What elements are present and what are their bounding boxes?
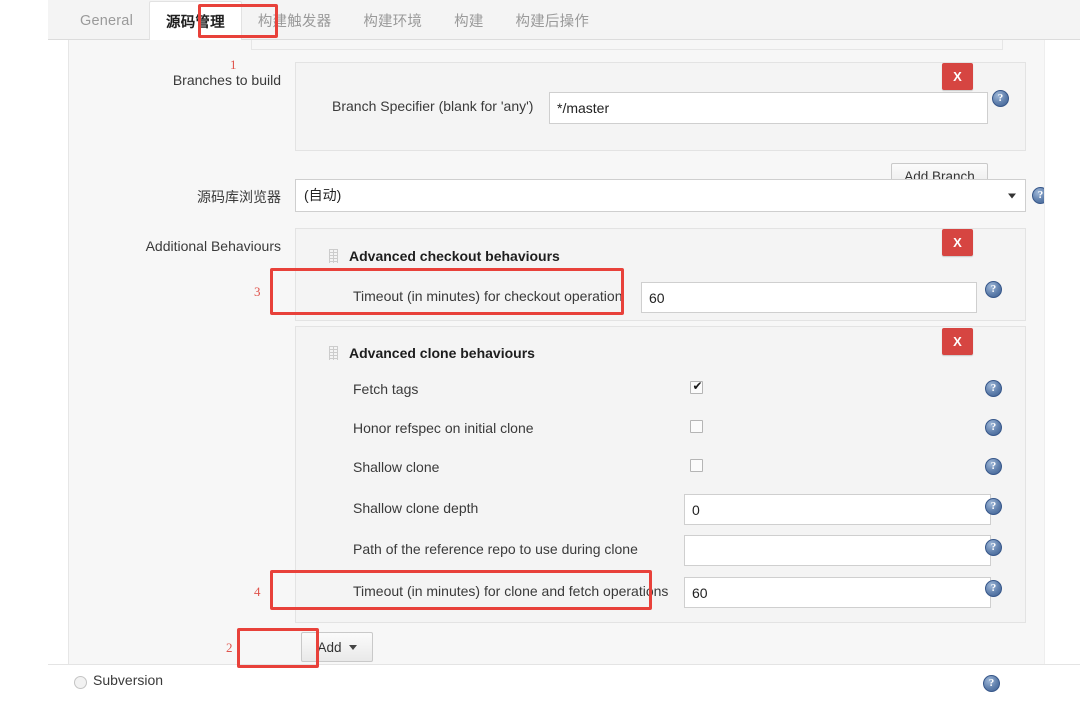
drag-handle-icon[interactable] [329, 346, 338, 360]
fetch-tags-checkbox[interactable] [690, 379, 704, 394]
checkout-timeout-input[interactable] [641, 282, 977, 313]
tab-build-triggers[interactable]: 构建触发器 [242, 1, 348, 39]
tab-general[interactable]: General [64, 4, 149, 37]
shallow-clone-label: Shallow clone [353, 459, 440, 475]
add-behaviour-button[interactable]: Add [301, 632, 373, 662]
repo-browser-label: 源码库浏览器 [197, 189, 281, 205]
delete-clone-behaviour-button[interactable]: X [942, 328, 973, 355]
shallow-clone-depth-label: Shallow clone depth [353, 500, 479, 516]
honor-refspec-label: Honor refspec on initial clone [353, 420, 534, 436]
advanced-clone-behaviours-title-text: Advanced clone behaviours [349, 345, 535, 361]
page-body: General 源码管理 构建触发器 构建环境 构建 构建后操作 Branche… [48, 0, 1080, 707]
shallow-clone-depth-help-icon[interactable]: ? [985, 498, 1002, 515]
config-tab-bar: General 源码管理 构建触发器 构建环境 构建 构建后操作 [48, 0, 1080, 41]
branch-specifier-input[interactable] [549, 92, 988, 124]
shallow-clone-depth-input[interactable] [684, 494, 991, 525]
tab-scm[interactable]: 源码管理 [149, 0, 242, 41]
reference-repo-path-input[interactable] [684, 535, 991, 566]
chevron-down-icon [348, 644, 357, 650]
advanced-clone-behaviours-title: Advanced clone behaviours [329, 345, 535, 361]
fetch-tags-label: Fetch tags [353, 381, 419, 397]
add-behaviour-button-label: Add [317, 639, 342, 655]
honor-refspec-help-icon[interactable]: ? [985, 419, 1002, 436]
annotation-number-3: 3 [254, 284, 261, 299]
chevron-down-icon [1008, 193, 1016, 198]
branch-specifier-label: Branch Specifier (blank for 'any') [332, 98, 534, 114]
additional-behaviours-label: Additional Behaviours [145, 238, 281, 254]
previous-section-partial [251, 40, 1003, 50]
scm-options-separator [48, 664, 1080, 665]
delete-checkout-behaviour-button[interactable]: X [942, 229, 973, 256]
advanced-checkout-behaviours-title: Advanced checkout behaviours [329, 248, 560, 264]
tab-post-build-actions[interactable]: 构建后操作 [500, 1, 606, 39]
annotation-number-2: 2 [226, 640, 233, 655]
branches-to-build-block: Branch Specifier (blank for 'any') Add B… [295, 62, 1026, 189]
shallow-clone-checkbox[interactable] [690, 459, 703, 472]
advanced-checkout-behaviours-title-text: Advanced checkout behaviours [349, 248, 560, 264]
clone-fetch-timeout-help-icon[interactable]: ? [985, 580, 1002, 597]
checkout-timeout-label: Timeout (in minutes) for checkout operat… [353, 288, 623, 304]
repo-browser-selected-value: (自动) [304, 187, 342, 203]
delete-branch-button[interactable]: X [942, 63, 973, 90]
scm-form-panel: Branches to build 1 Branch Specifier (bl… [68, 40, 1045, 664]
clone-fetch-timeout-label: Timeout (in minutes) for clone and fetch… [353, 583, 669, 599]
advanced-checkout-behaviours-block: Advanced checkout behaviours Timeout (in… [295, 228, 1026, 321]
subversion-label: Subversion [93, 672, 164, 688]
tab-build-environment[interactable]: 构建环境 [347, 1, 438, 39]
shallow-clone-help-icon[interactable]: ? [985, 458, 1002, 475]
subversion-radio[interactable] [74, 676, 87, 689]
repo-browser-select[interactable]: (自动) [295, 179, 1026, 212]
honor-refspec-checkbox[interactable] [690, 420, 703, 433]
annotation-number-4: 4 [254, 584, 261, 599]
annotation-number-1: 1 [230, 57, 237, 72]
repo-browser-help-icon[interactable]: ? [1032, 187, 1044, 204]
checkout-timeout-help-icon[interactable]: ? [985, 281, 1002, 298]
fetch-tags-help-icon[interactable]: ? [985, 380, 1002, 397]
subversion-help-icon[interactable]: ? [983, 675, 1000, 692]
advanced-clone-behaviours-block: Advanced clone behaviours Fetch tags Hon… [295, 326, 1026, 623]
branch-specifier-help-icon[interactable]: ? [992, 90, 1009, 107]
clone-fetch-timeout-input[interactable] [684, 577, 991, 608]
tab-build[interactable]: 构建 [438, 1, 499, 39]
drag-handle-icon[interactable] [329, 249, 338, 263]
reference-repo-path-help-icon[interactable]: ? [985, 539, 1002, 556]
jenkins-config-screen: General 源码管理 构建触发器 构建环境 构建 构建后操作 Branche… [0, 0, 1080, 707]
branches-to-build-label: Branches to build [172, 72, 281, 88]
reference-repo-path-label: Path of the reference repo to use during… [353, 541, 638, 557]
